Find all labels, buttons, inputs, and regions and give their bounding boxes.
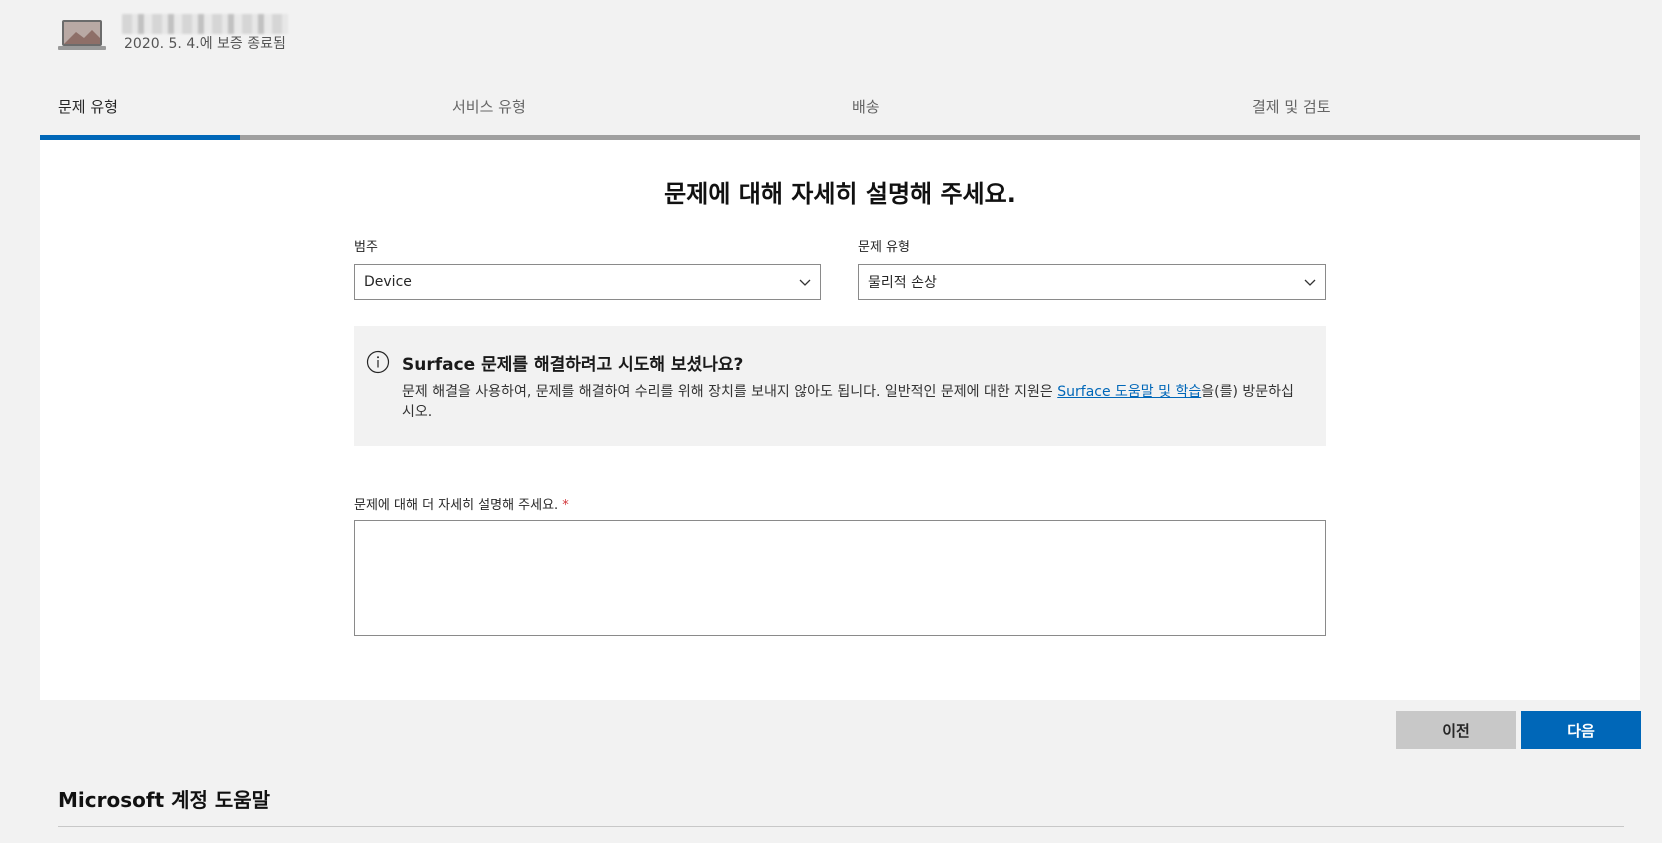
category-label: 범주 [354,240,378,255]
step-issue-type: 문제 유형 [58,98,118,116]
description-textarea[interactable] [354,520,1326,636]
page-title: 문제에 대해 자세히 설명해 주세요. [664,180,1016,208]
notice-body-text: 문제 해결을 사용하여, 문제를 해결하여 수리를 위해 장치를 보내지 않아도… [402,384,1058,400]
chevron-down-icon [1304,279,1316,286]
device-name-redacted [122,14,288,34]
warranty-status: 2020. 5. 4.에 보증 종료됨 [124,36,286,52]
info-icon [366,350,390,374]
footer-divider [58,826,1624,827]
step-payment-review: 결제 및 검토 [1252,98,1331,116]
category-select-value: Device [364,274,412,290]
previous-button[interactable]: 이전 [1396,711,1516,749]
category-select[interactable]: Device [354,264,821,300]
surface-device-icon [58,20,106,50]
notice-body: 문제 해결을 사용하여, 문제를 해결하여 수리를 위해 장치를 보내지 않아도… [402,382,1302,422]
description-label-text: 문제에 대해 더 자세히 설명해 주세요. [354,498,559,513]
required-marker: * [562,498,569,513]
issue-type-select-value: 물리적 손상 [868,275,937,291]
troubleshoot-notice: Surface 문제를 해결하려고 시도해 보셨나요? 문제 해결을 사용하여,… [354,326,1326,446]
issue-type-label: 문제 유형 [858,240,910,255]
notice-title: Surface 문제를 해결하려고 시도해 보셨나요? [402,355,744,375]
description-label: 문제에 대해 더 자세히 설명해 주세요. * [354,494,569,513]
chevron-down-icon [799,279,811,286]
step-shipping: 배송 [852,98,880,116]
next-button[interactable]: 다음 [1521,711,1641,749]
progress-steps: 문제 유형 서비스 유형 배송 결제 및 검토 [40,86,1640,140]
issue-type-select[interactable]: 물리적 손상 [858,264,1326,300]
footer-title: Microsoft 계정 도움말 [58,788,271,812]
step-service-type: 서비스 유형 [452,98,526,116]
surface-help-link[interactable]: Surface 도움말 및 학습 [1057,384,1201,400]
form-card: 문제에 대해 자세히 설명해 주세요. 범주 Device 문제 유형 물리적 … [40,140,1640,700]
